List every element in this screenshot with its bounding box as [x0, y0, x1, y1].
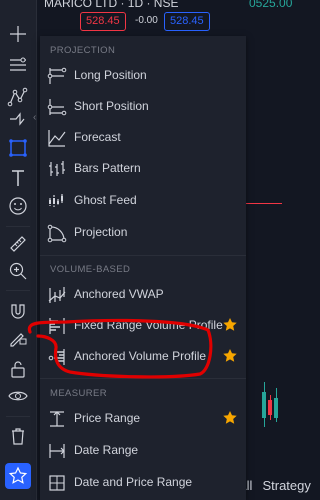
magnet-icon[interactable] [6, 300, 30, 324]
menu-item-label: Projection [74, 225, 128, 239]
menu-item-label: Short Position [74, 99, 149, 113]
candle [274, 398, 278, 418]
drawing-toolbar [0, 0, 37, 500]
menu-item-short-position[interactable]: Short Position [40, 92, 246, 122]
fixed-range-volume-profile-icon [46, 315, 68, 337]
trend-line-icon[interactable] [6, 53, 30, 77]
favorite-star-icon[interactable] [222, 410, 238, 426]
projection-tool-icon[interactable] [6, 136, 30, 160]
measure-ruler-icon[interactable] [6, 232, 30, 256]
date-price-range-icon [46, 472, 68, 494]
text-icon[interactable] [6, 166, 30, 190]
ohlc-value: 0525.00 [249, 0, 293, 10]
menu-item-label: Date Range [74, 443, 139, 457]
lock-drawing-icon[interactable] [6, 326, 30, 350]
current-price-line [246, 203, 282, 204]
menu-item-label: Forecast [74, 130, 121, 144]
menu-item-label: Ghost Feed [74, 193, 137, 207]
menu-item-label: Date and Price Range [74, 475, 193, 489]
symbol-title[interactable]: MARICO LTD · 1D · NSE [44, 0, 178, 10]
bottom-panel-tabs: AllStrategy [238, 478, 320, 493]
anchored-volume-profile-icon [46, 346, 68, 368]
menu-item-date-range[interactable]: Date Range [40, 436, 246, 466]
menu-item-label: Bars Pattern [74, 161, 141, 175]
menu-item-label: Fixed Range Volume Profile [74, 318, 223, 332]
long-position-icon [46, 65, 68, 87]
favorite-star-icon[interactable] [222, 317, 238, 333]
menu-item-projection[interactable]: Projection [40, 218, 246, 248]
drawing-tools-dropdown: PROJECTION Long Position Short Position … [40, 36, 246, 500]
prediction-icon[interactable] [6, 106, 30, 130]
chart-canvas[interactable] [246, 36, 282, 500]
buy-price-button[interactable]: 528.45 [164, 12, 210, 31]
spread-value: -0.00 [135, 15, 158, 26]
menu-item-label: Anchored VWAP [74, 287, 164, 301]
section-header-projection: PROJECTION [50, 45, 116, 56]
short-position-icon [46, 96, 68, 118]
menu-item-label: Price Range [74, 411, 141, 425]
candle [262, 392, 266, 418]
section-header-volume-based: VOLUME-BASED [50, 264, 131, 275]
menu-item-anchored-volume-profile[interactable]: Anchored Volume Profile [40, 342, 246, 372]
projection-icon [46, 222, 68, 244]
sell-price-button[interactable]: 528.45 [80, 12, 126, 31]
menu-item-price-range[interactable]: Price Range [40, 404, 246, 434]
forecast-icon [46, 127, 68, 149]
menu-item-bars-pattern[interactable]: Bars Pattern [40, 154, 246, 184]
menu-item-forecast[interactable]: Forecast [40, 123, 246, 153]
favorite-star-icon[interactable] [222, 348, 238, 364]
bars-pattern-icon [46, 158, 68, 180]
menu-item-fixed-range-volume-profile[interactable]: Fixed Range Volume Profile [40, 311, 246, 341]
emoji-icon[interactable] [6, 194, 30, 218]
ghost-feed-icon [46, 190, 68, 212]
candle [268, 400, 272, 415]
date-range-icon [46, 440, 68, 462]
menu-item-ghost-feed[interactable]: Ghost Feed [40, 186, 246, 216]
menu-item-date-and-price-range[interactable]: Date and Price Range [40, 468, 246, 498]
menu-item-label: Long Position [74, 68, 147, 82]
favorites-star-icon[interactable] [5, 463, 31, 489]
section-header-measurer: MEASURER [50, 388, 108, 399]
price-range-icon [46, 408, 68, 430]
lock-icon[interactable] [6, 357, 30, 381]
chart-header: MARICO LTD · 1D · NSE 528.45 -0.00 528.4… [0, 0, 292, 36]
trash-icon[interactable] [6, 424, 30, 448]
tab-strategy[interactable]: Strategy [262, 478, 310, 493]
menu-item-anchored-vwap[interactable]: Anchored VWAP [40, 280, 246, 310]
eye-icon[interactable] [6, 384, 30, 408]
anchored-vwap-icon [46, 284, 68, 306]
zoom-in-icon[interactable] [6, 259, 30, 283]
crosshair-icon[interactable] [6, 22, 30, 46]
menu-item-long-position[interactable]: Long Position [40, 61, 246, 91]
menu-item-label: Anchored Volume Profile [74, 349, 207, 363]
